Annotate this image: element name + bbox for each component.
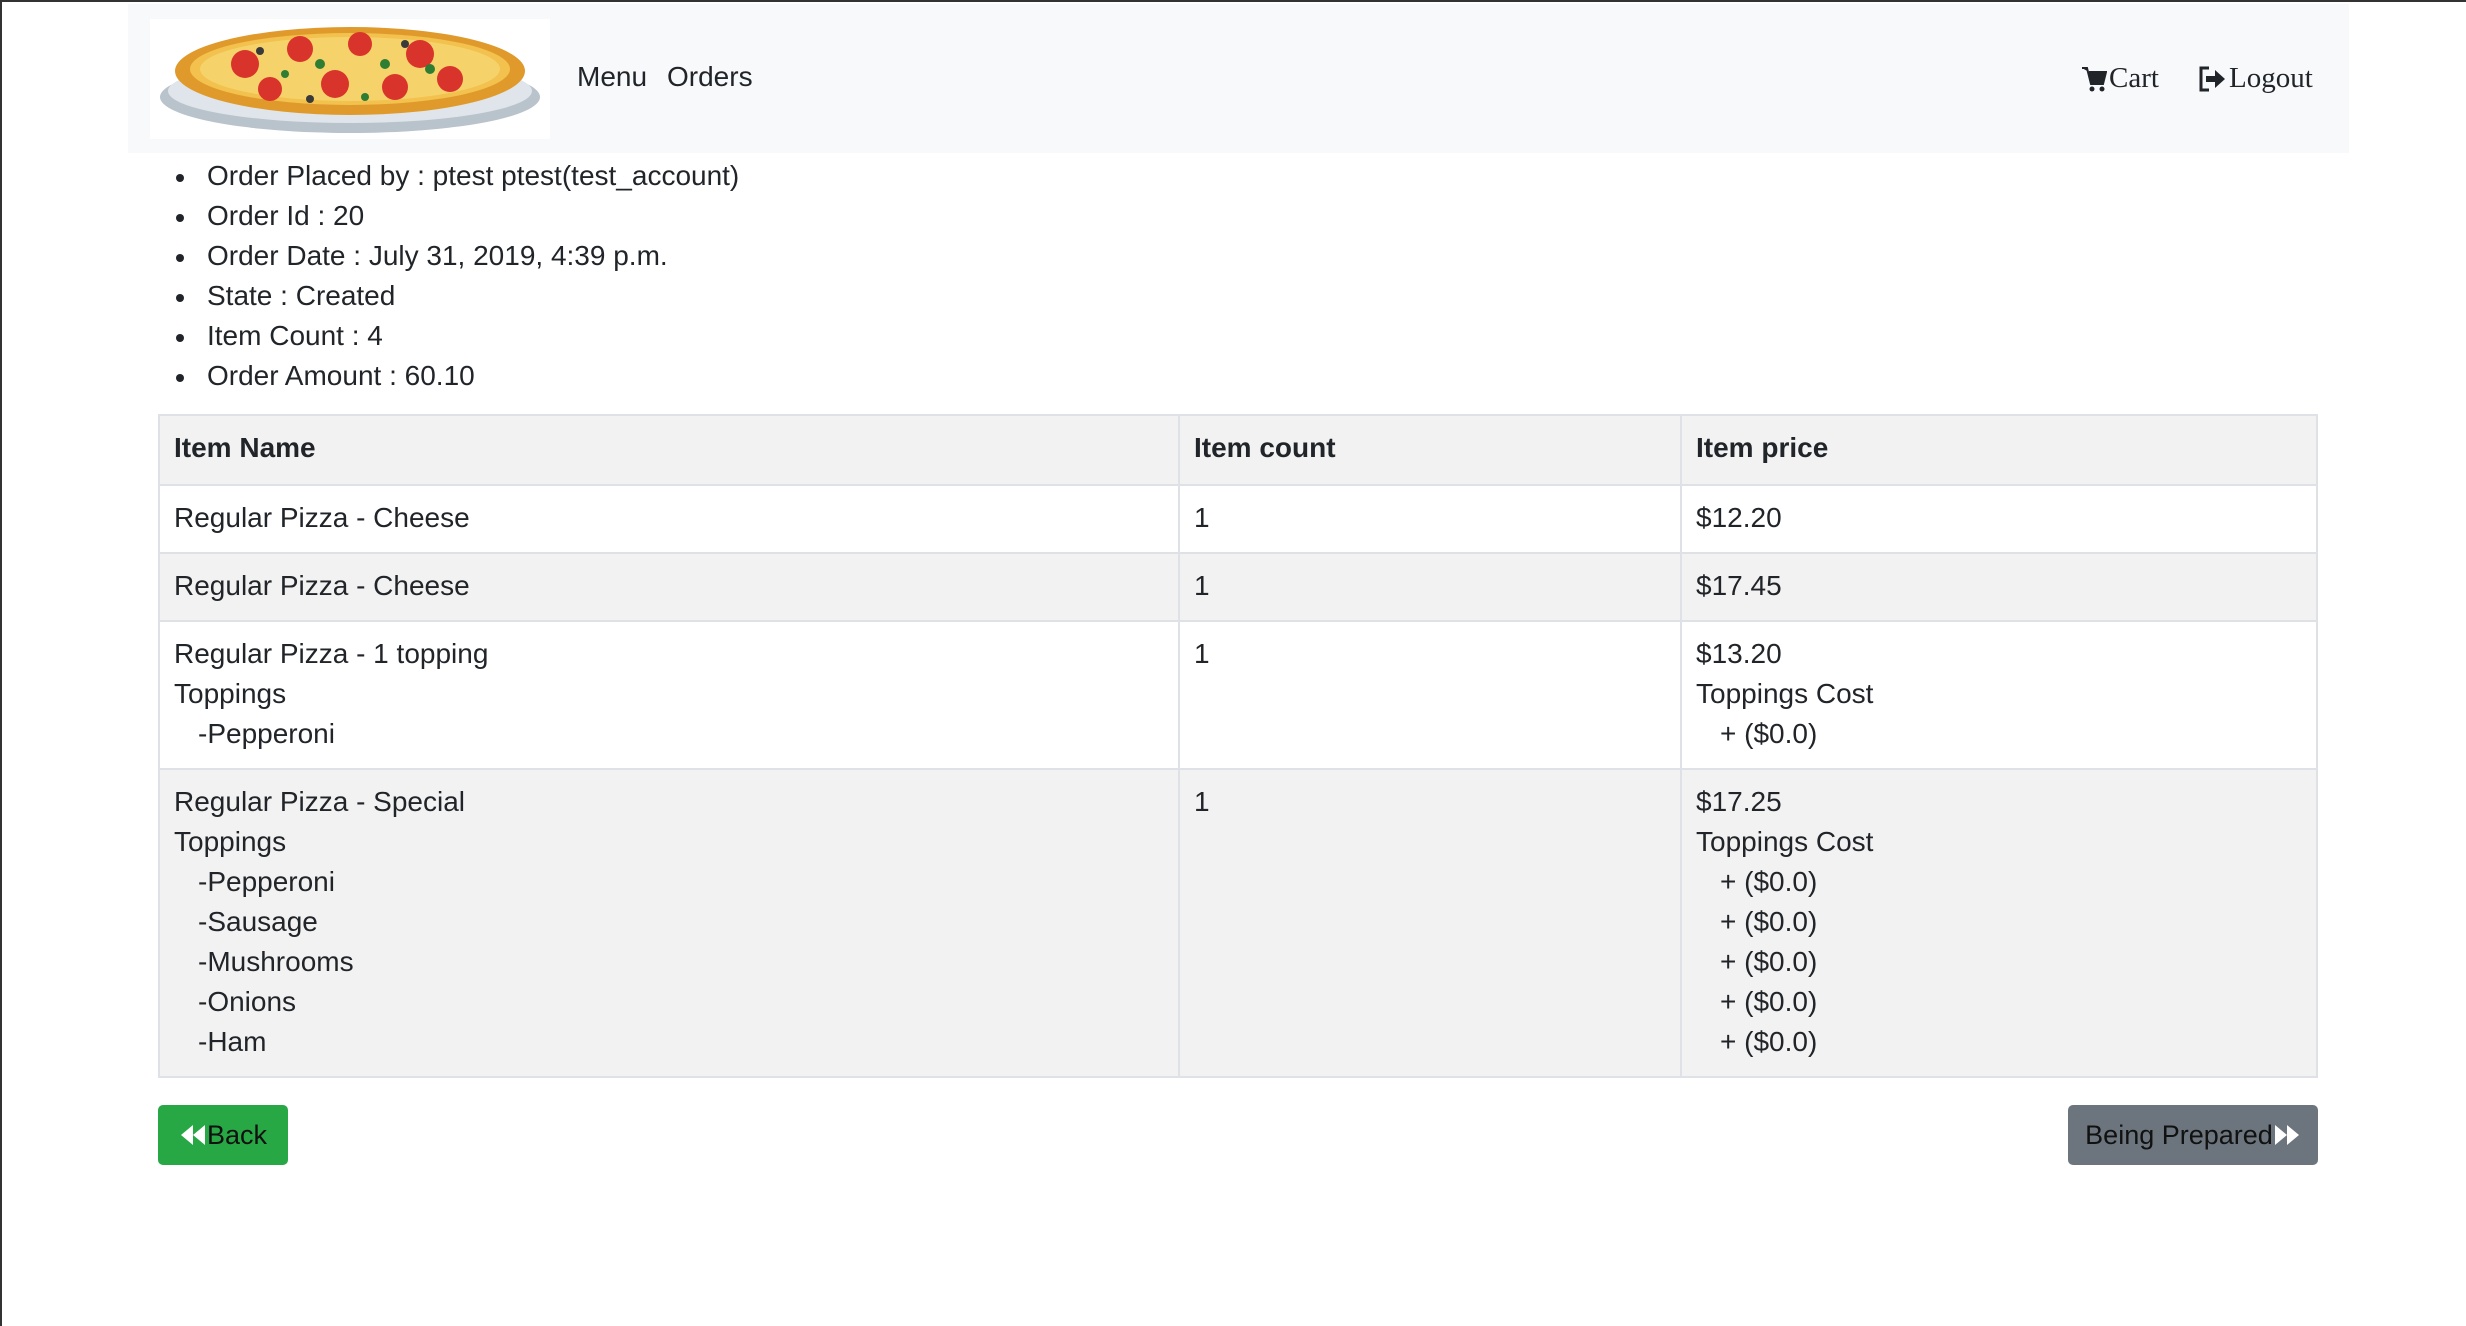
double-chevron-left-icon <box>180 1125 205 1145</box>
order-date: Order Date : July 31, 2019, 4:39 p.m. <box>176 236 739 276</box>
table-row: Regular Pizza - Special Toppings -Pepper… <box>158 768 2318 1078</box>
being-prepared-button[interactable]: Being Prepared <box>2068 1105 2318 1165</box>
logout-icon <box>2199 66 2225 91</box>
table-row: Regular Pizza - 1 topping Toppings -Pepp… <box>158 620 2318 770</box>
item-count-cell: 1 <box>1178 552 1682 622</box>
item-name: Regular Pizza - Special <box>174 786 466 817</box>
item-name-cell: Regular Pizza - Cheese <box>158 484 1180 554</box>
table-row: Regular Pizza - Cheese 1 $12.20 <box>158 484 2318 554</box>
toppings-cost-label: Toppings Cost <box>1696 826 1874 857</box>
topping-item: -Sausage <box>198 906 318 937</box>
item-price-cell: $17.25 Toppings Cost + ($0.0) + ($0.0) +… <box>1680 768 2318 1078</box>
order-state: State : Created <box>176 276 739 316</box>
nav-cart-link[interactable]: Cart <box>2081 62 2159 95</box>
toppings-cost-label: Toppings Cost <box>1696 678 1874 709</box>
item-price: $13.20 <box>1696 638 1782 669</box>
item-name-cell: Regular Pizza - Special Toppings -Pepper… <box>158 768 1180 1078</box>
back-button-label: Back <box>206 1119 268 1150</box>
header-item-price: Item price <box>1680 414 2318 486</box>
window-top-border <box>0 0 2466 2</box>
order-item-count: Item Count : 4 <box>176 316 739 356</box>
item-price: $17.25 <box>1696 786 1782 817</box>
item-count-cell: 1 <box>1178 620 1682 770</box>
order-amount: Order Amount : 60.10 <box>176 356 739 396</box>
header-item-count: Item count <box>1178 414 1682 486</box>
item-name: Regular Pizza - 1 topping <box>174 638 489 669</box>
order-id: Order Id : 20 <box>176 196 739 236</box>
order-items-table: Item Name Item count Item price Regular … <box>158 414 2318 1078</box>
item-count-cell: 1 <box>1178 768 1682 1078</box>
pizza-logo[interactable] <box>150 19 550 139</box>
topping-cost: + ($0.0) <box>1720 946 1818 977</box>
nav-menu-link[interactable]: Menu <box>577 61 647 93</box>
back-button[interactable]: Back <box>158 1105 288 1165</box>
double-chevron-right-icon <box>2274 1125 2299 1145</box>
item-price-cell: $13.20 Toppings Cost + ($0.0) <box>1680 620 2318 770</box>
table-header-row: Item Name Item count Item price <box>158 414 2318 486</box>
being-prepared-label: Being Prepared <box>2085 1119 2273 1150</box>
window-left-border <box>0 0 2 1326</box>
topping-item: -Pepperoni <box>198 718 335 749</box>
item-price-cell: $12.20 <box>1680 484 2318 554</box>
topping-item: -Ham <box>198 1026 267 1057</box>
cart-icon <box>2082 66 2107 91</box>
topping-item: -Mushrooms <box>198 946 354 977</box>
item-count-cell: 1 <box>1178 484 1682 554</box>
topping-cost: + ($0.0) <box>1720 906 1818 937</box>
table-row: Regular Pizza - Cheese 1 $17.45 <box>158 552 2318 622</box>
toppings-label: Toppings <box>174 678 287 709</box>
item-price-cell: $17.45 <box>1680 552 2318 622</box>
topping-item: -Onions <box>198 986 297 1017</box>
nav-logout-label: Logout <box>2229 62 2313 94</box>
item-name-cell: Regular Pizza - Cheese <box>158 552 1180 622</box>
pizza-logo-image <box>160 27 540 133</box>
item-name-cell: Regular Pizza - 1 topping Toppings -Pepp… <box>158 620 1180 770</box>
order-details-list: Order Placed by : ptest ptest(test_accou… <box>176 156 739 396</box>
topping-cost: + ($0.0) <box>1720 1026 1818 1057</box>
header-item-name: Item Name <box>158 414 1180 486</box>
topping-cost: + ($0.0) <box>1720 986 1818 1017</box>
nav-orders-link[interactable]: Orders <box>667 61 753 93</box>
topping-cost: + ($0.0) <box>1720 866 1818 897</box>
toppings-label: Toppings <box>174 826 287 857</box>
navbar: Menu Orders Cart Logout <box>128 4 2349 153</box>
nav-logout-link[interactable]: Logout <box>2197 62 2313 95</box>
topping-item: -Pepperoni <box>198 866 335 897</box>
order-placed-by: Order Placed by : ptest ptest(test_accou… <box>176 156 739 196</box>
nav-cart-label: Cart <box>2109 62 2159 94</box>
topping-cost: + ($0.0) <box>1720 718 1818 749</box>
